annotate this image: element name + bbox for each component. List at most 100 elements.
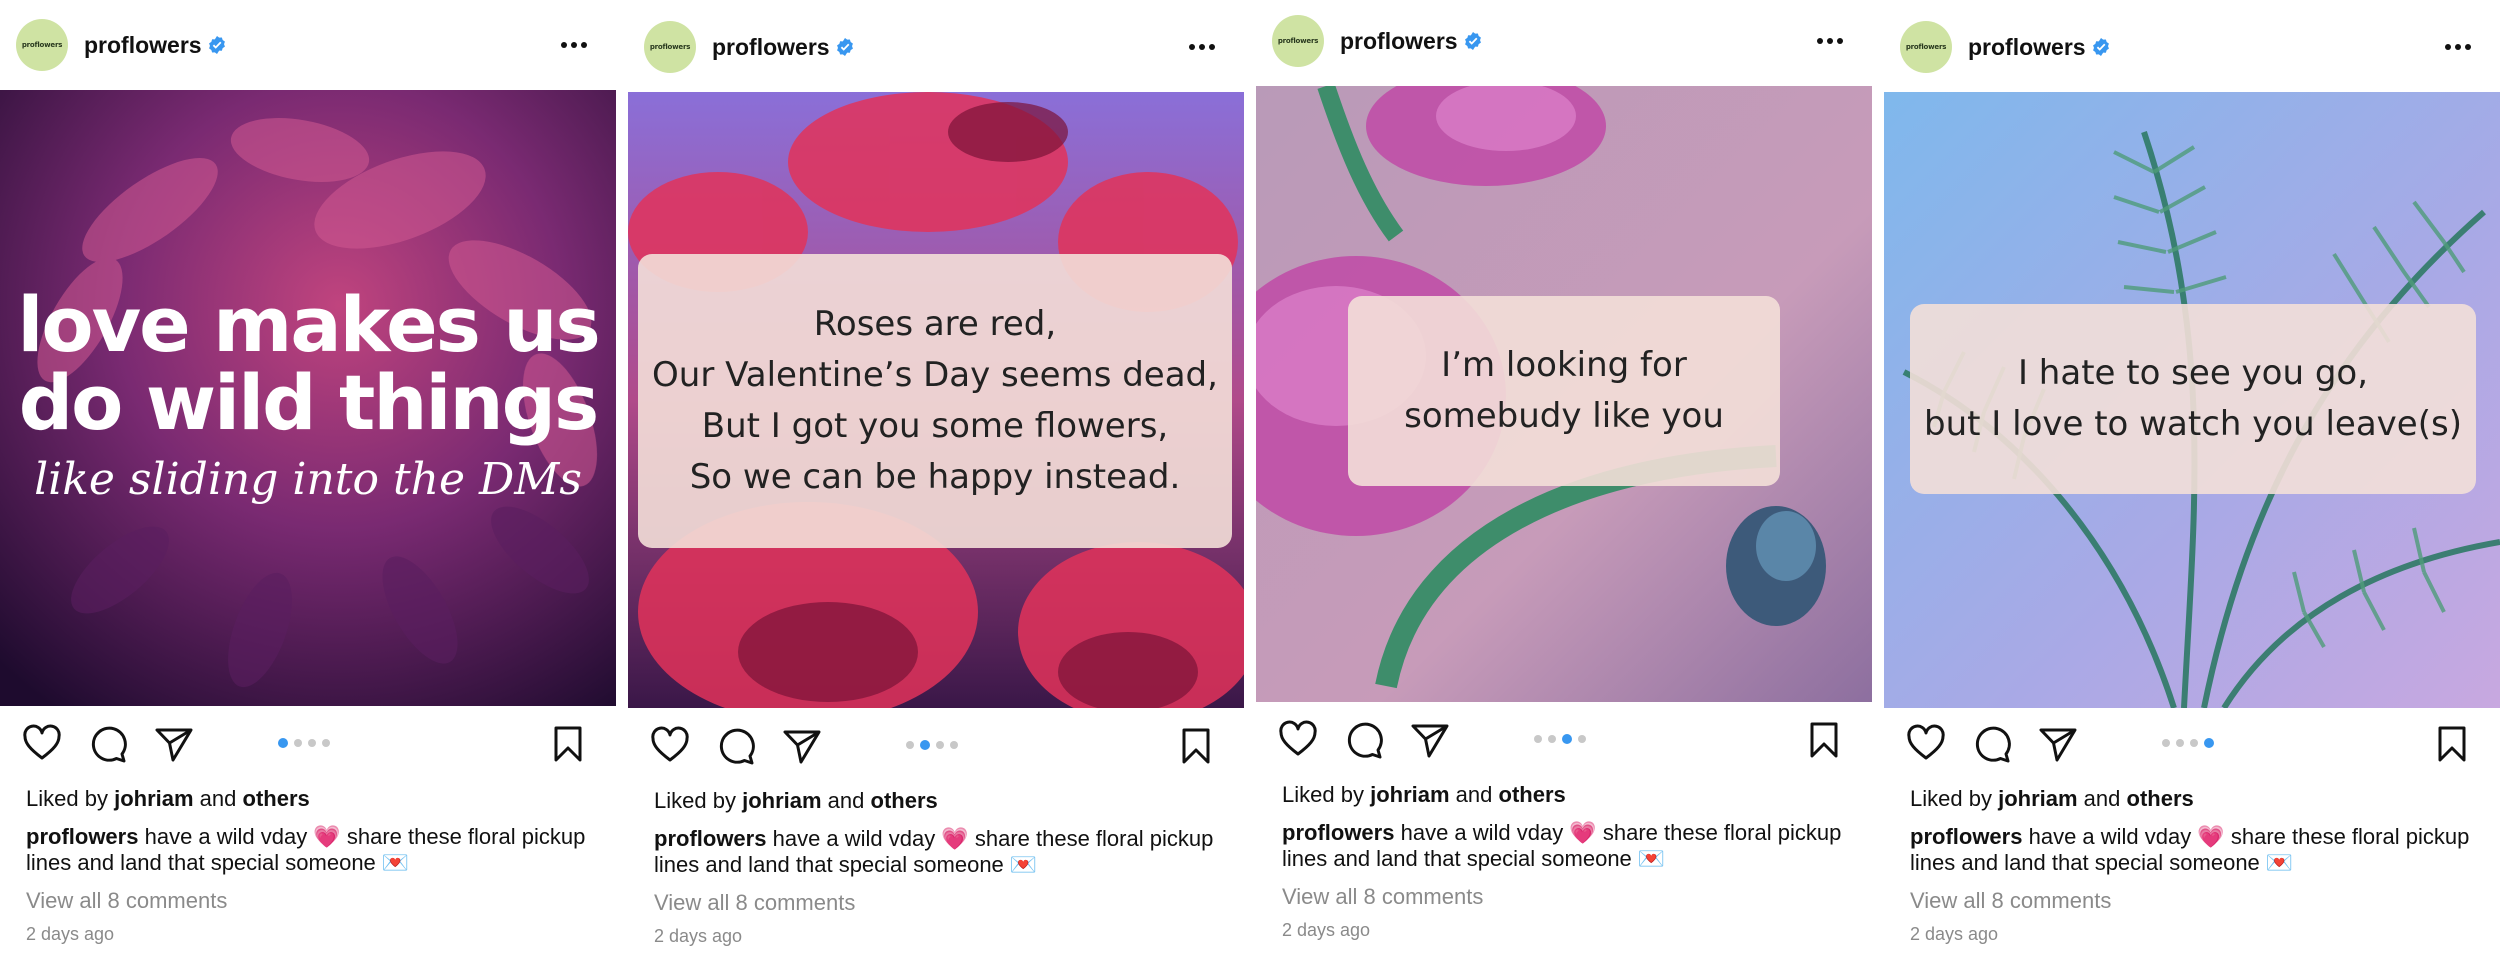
quote-text: I’m looking for somebudy like you — [1404, 340, 1724, 442]
comment-icon[interactable] — [1344, 720, 1384, 760]
heart-icon[interactable] — [1906, 724, 1946, 764]
carousel-indicator — [2162, 738, 2222, 749]
view-comments-link[interactable]: View all 8 comments — [1910, 888, 2111, 914]
carousel-indicator — [906, 740, 966, 751]
quote-line: But I got you some flowers, — [701, 406, 1169, 446]
post-card: proflowers proflowers — [628, 2, 1244, 955]
more-options-icon[interactable] — [1810, 31, 1850, 51]
likes-line: Liked by johriam and others — [1282, 782, 1566, 808]
likes-and: and — [199, 786, 237, 811]
likes-line: Liked by johriam and others — [1910, 786, 2194, 812]
likes-line: Liked by johriam and others — [654, 788, 938, 814]
carousel-dot — [294, 739, 302, 747]
likes-prefix: Liked by — [1910, 786, 1992, 811]
username[interactable]: proflowers — [1340, 28, 1458, 55]
liked-by-user[interactable]: johriam — [1998, 786, 2077, 811]
carousel-dot — [2190, 739, 2198, 747]
comment-icon[interactable] — [88, 724, 128, 764]
likes-prefix: Liked by — [1282, 782, 1364, 807]
likes-others[interactable]: others — [243, 786, 310, 811]
action-bar — [628, 714, 1244, 774]
post-image[interactable]: love makes us do wild things like slidin… — [0, 90, 616, 706]
liked-by-user[interactable]: johriam — [1370, 782, 1449, 807]
action-bar — [0, 712, 616, 772]
caption-username[interactable]: proflowers — [1282, 820, 1394, 845]
carousel-dot — [308, 739, 316, 747]
paper-plane-icon[interactable] — [782, 726, 822, 766]
username[interactable]: proflowers — [712, 34, 830, 61]
caption: proflowers have a wild vday 💗 share thes… — [1282, 820, 1842, 872]
carousel-dot — [920, 740, 930, 750]
paper-plane-icon[interactable] — [2038, 724, 2078, 764]
heart-icon[interactable] — [22, 724, 62, 764]
post-timestamp: 2 days ago — [1282, 920, 1371, 940]
avatar[interactable]: proflowers — [16, 19, 68, 71]
avatar[interactable]: proflowers — [1272, 15, 1324, 67]
post-image[interactable]: Roses are red, Our Valentine’s Day seems… — [628, 92, 1244, 708]
view-comments-link[interactable]: View all 8 comments — [26, 888, 227, 914]
bookmark-icon[interactable] — [1176, 726, 1216, 766]
carousel-dot — [278, 738, 288, 748]
verified-badge-icon — [837, 38, 853, 56]
more-options-icon[interactable] — [1182, 37, 1222, 57]
post-card: proflowers proflowers — [0, 0, 616, 953]
caption: proflowers have a wild vday 💗 share thes… — [654, 826, 1214, 878]
quote-text: Roses are red, Our Valentine’s Day seems… — [652, 299, 1218, 503]
caption-username[interactable]: proflowers — [654, 826, 766, 851]
post-header: proflowers proflowers — [628, 2, 1244, 90]
bookmark-icon[interactable] — [1804, 720, 1844, 760]
comment-icon[interactable] — [716, 726, 756, 766]
quote-line: I’m looking for — [1441, 345, 1687, 385]
carousel-dot — [1548, 735, 1556, 743]
username[interactable]: proflowers — [1968, 34, 2086, 61]
likes-prefix: Liked by — [654, 788, 736, 813]
paper-plane-icon[interactable] — [154, 724, 194, 764]
action-bar — [1884, 712, 2500, 772]
liked-by-user[interactable]: johriam — [742, 788, 821, 813]
headline-line: do wild things — [18, 358, 599, 447]
more-options-icon[interactable] — [554, 35, 594, 55]
caption: proflowers have a wild vday 💗 share thes… — [26, 824, 586, 876]
more-options-icon[interactable] — [2438, 37, 2478, 57]
quote-line: Roses are red, — [813, 304, 1057, 344]
carousel-dot — [950, 741, 958, 749]
carousel-indicator — [1534, 734, 1594, 745]
heart-icon[interactable] — [650, 726, 690, 766]
username[interactable]: proflowers — [84, 32, 202, 59]
quote-line: So we can be happy instead. — [689, 457, 1181, 497]
avatar[interactable]: proflowers — [644, 21, 696, 73]
verified-badge-icon — [209, 36, 225, 54]
view-comments-link[interactable]: View all 8 comments — [654, 890, 855, 916]
likes-others[interactable]: others — [1499, 782, 1566, 807]
post-timestamp: 2 days ago — [654, 926, 743, 946]
post-card: proflowers proflowers — [1256, 0, 1872, 949]
post-image[interactable]: I hate to see you go, but I love to watc… — [1884, 92, 2500, 708]
bookmark-icon[interactable] — [2432, 724, 2472, 764]
post-header: proflowers proflowers — [0, 0, 616, 88]
verified-badge-icon — [1465, 32, 1481, 50]
carousel-indicator — [278, 738, 338, 749]
comment-icon[interactable] — [1972, 724, 2012, 764]
avatar[interactable]: proflowers — [1900, 21, 1952, 73]
caption-username[interactable]: proflowers — [26, 824, 138, 849]
post-timestamp: 2 days ago — [1910, 924, 1999, 944]
carousel-dot — [2204, 738, 2214, 748]
heart-icon[interactable] — [1278, 720, 1318, 760]
likes-others[interactable]: others — [2127, 786, 2194, 811]
carousel-dot — [936, 741, 944, 749]
likes-others[interactable]: others — [871, 788, 938, 813]
liked-by-user[interactable]: johriam — [114, 786, 193, 811]
quote-card: I hate to see you go, but I love to watc… — [1910, 304, 2476, 494]
likes-line: Liked by johriam and others — [26, 786, 310, 812]
carousel-dot — [1534, 735, 1542, 743]
view-comments-link[interactable]: View all 8 comments — [1282, 884, 1483, 910]
quote-card: I’m looking for somebudy like you — [1348, 296, 1780, 486]
bookmark-icon[interactable] — [548, 724, 588, 764]
post-card: proflowers proflowers — [1884, 0, 2500, 953]
verified-badge-icon — [2093, 38, 2109, 56]
post-image[interactable]: I’m looking for somebudy like you — [1256, 86, 1872, 702]
caption-username[interactable]: proflowers — [1910, 824, 2022, 849]
paper-plane-icon[interactable] — [1410, 720, 1450, 760]
post-header: proflowers proflowers — [1256, 0, 1872, 84]
quote-line: somebudy like you — [1404, 396, 1724, 436]
